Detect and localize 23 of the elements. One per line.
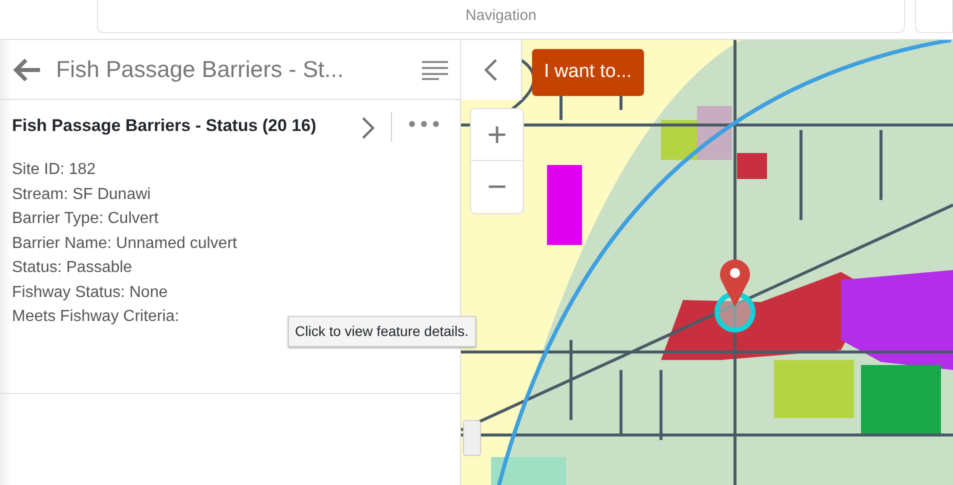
back-arrow-icon[interactable] xyxy=(12,56,42,82)
chevron-left-icon[interactable] xyxy=(484,58,498,82)
feature-title: Fish Passage Barriers - Status (20 16) xyxy=(12,115,318,137)
attribute-text: Fishway Status: None xyxy=(12,282,169,302)
attribute-text: Status: Passable xyxy=(12,258,134,278)
attribute-text: Site ID: 182 xyxy=(12,160,97,180)
attribute-text: Barrier Type: Culvert xyxy=(12,209,160,229)
toolbar-panel xyxy=(915,0,953,33)
attribute-text: Meets Fishway Criteria: xyxy=(12,307,180,327)
panel-title: Fish Passage Barriers - St... xyxy=(56,55,345,84)
tooltip: Click to view feature details. xyxy=(288,316,476,347)
attribute-text: Stream: SF Dunawi xyxy=(12,184,152,204)
resize-handle[interactable] xyxy=(463,420,481,456)
attribute-text: Barrier Name: Unnamed culvert xyxy=(12,234,238,254)
navigation-bar[interactable]: Navigation xyxy=(97,0,905,33)
chevron-right-icon[interactable] xyxy=(361,116,376,140)
location-ring-icon xyxy=(713,290,757,334)
list-icon[interactable] xyxy=(422,60,448,80)
zoom-out-button[interactable]: − xyxy=(471,161,523,213)
zoom-in-button[interactable]: + xyxy=(471,109,523,161)
i-want-to-button[interactable]: I want to... xyxy=(532,49,644,96)
more-icon[interactable] xyxy=(408,120,440,128)
map-pin-icon[interactable] xyxy=(719,258,751,308)
